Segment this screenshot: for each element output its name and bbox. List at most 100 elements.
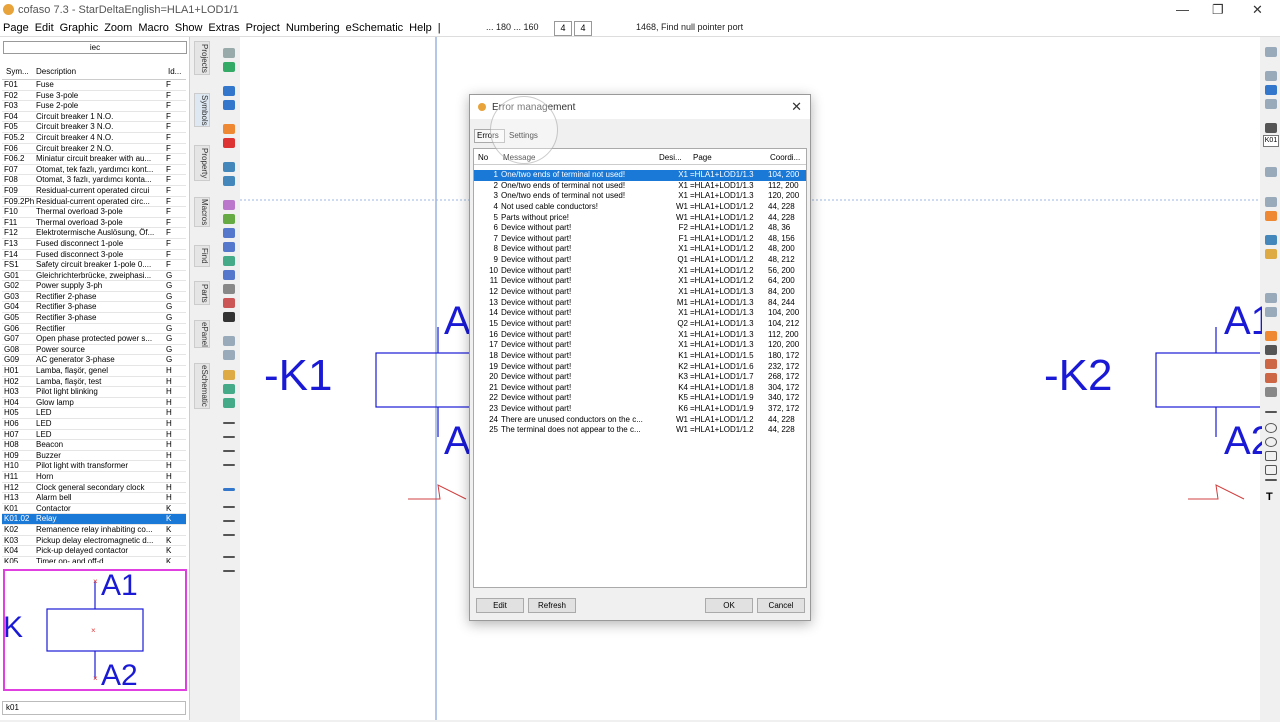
line-tool-icon[interactable] xyxy=(223,312,235,322)
symbol-row[interactable]: H02 Lamba, flaşör, test H xyxy=(2,377,186,388)
symbol-row[interactable]: K01 Contactor K xyxy=(2,504,186,515)
wire-corner-3-icon[interactable] xyxy=(223,450,235,452)
tab-property[interactable]: Property xyxy=(194,145,210,181)
page-icon[interactable] xyxy=(1265,47,1277,57)
edit-button[interactable]: Edit xyxy=(476,598,524,613)
polygon-draw-icon[interactable] xyxy=(1265,465,1277,475)
symbol-row[interactable]: H13 Alarm bell H xyxy=(2,493,186,504)
grid-box-1[interactable]: 4 xyxy=(554,21,572,36)
tool-1-icon[interactable] xyxy=(1265,167,1277,177)
tab-parts[interactable]: Parts xyxy=(194,281,210,305)
symbol-row[interactable]: H12 Clock general secondary clock H xyxy=(2,483,186,494)
col-designation[interactable]: Desi... xyxy=(659,153,682,162)
line-draw-icon[interactable] xyxy=(1265,411,1277,413)
error-table[interactable]: No Message Desi... Page Coordi... 1 One/t… xyxy=(473,148,807,588)
tool-5-icon[interactable] xyxy=(1265,307,1277,317)
error-row[interactable]: 5 Parts without price! W1 =HLA1+LOD1/1.2 44,… xyxy=(474,213,806,224)
symbol-row[interactable]: G08 Power source G xyxy=(2,345,186,356)
brush-icon[interactable] xyxy=(223,242,235,252)
symbol-row[interactable]: H11 Horn H xyxy=(2,472,186,483)
col-sym[interactable]: Sym... xyxy=(6,67,29,76)
symbol-row[interactable]: H08 Beacon H xyxy=(2,440,186,451)
symbol-row[interactable]: H03 Pilot light blinking H xyxy=(2,387,186,398)
text-tool-icon[interactable]: T xyxy=(1266,491,1273,503)
circle-draw-icon[interactable] xyxy=(1265,423,1277,433)
cancel-button[interactable]: Cancel xyxy=(757,598,805,613)
error-row[interactable]: 24 There are unused conductors on the c..… xyxy=(474,415,806,426)
copy-icon[interactable] xyxy=(223,384,235,394)
col-page[interactable]: Page xyxy=(693,153,712,162)
tab-epanel[interactable]: ePanel xyxy=(194,320,210,348)
symbol-row[interactable]: F03 Fuse 2-pole F xyxy=(2,101,186,112)
symbol-list[interactable]: F01 Fuse F F02 Fuse 3-pole F F03 Fuse 2-pole F F0… xyxy=(2,79,186,563)
error-row[interactable]: 21 Device without part! K4 =HLA1+LOD1/1.8 30… xyxy=(474,383,806,394)
symbol-row[interactable]: H10 Pilot light with transformer H xyxy=(2,461,186,472)
select-icon[interactable] xyxy=(223,270,235,280)
col-id[interactable]: Id... xyxy=(168,67,181,76)
wire-t-3-icon[interactable] xyxy=(223,520,235,522)
tab-find[interactable]: Find xyxy=(194,245,210,267)
menu-page[interactable]: Page xyxy=(0,20,32,34)
menu-eschematic[interactable]: eSchematic xyxy=(343,20,406,34)
menu-macro[interactable]: Macro xyxy=(135,20,172,34)
error-row[interactable]: 19 Device without part! K2 =HLA1+LOD1/1.6 23… xyxy=(474,362,806,373)
tool-8-icon[interactable] xyxy=(1265,373,1277,383)
tool-7-icon[interactable] xyxy=(1265,359,1277,369)
symbol-row[interactable]: F14 Fused disconnect 3-pole F xyxy=(2,250,186,261)
error-row[interactable]: 9 Device without part! Q1 =HLA1+LOD1/1.2 48,… xyxy=(474,255,806,266)
close-icon[interactable]: ✕ xyxy=(1252,2,1263,18)
symbol-row[interactable]: F12 Elektrotermische Auslösung, Öf... F xyxy=(2,228,186,239)
symbol-row[interactable]: G06 Rectifier G xyxy=(2,324,186,335)
menu-extras[interactable]: Extras xyxy=(205,20,242,34)
tool-6-icon[interactable] xyxy=(1265,331,1277,341)
error-row[interactable]: 7 Device without part! F1 =HLA1+LOD1/1.2 48,… xyxy=(474,234,806,245)
menu-project[interactable]: Project xyxy=(243,20,283,34)
error-row[interactable]: 17 Device without part! X1 =HLA1+LOD1/1.3 12… xyxy=(474,340,806,351)
symbol-row[interactable]: F05 Circuit breaker 3 N.O. F xyxy=(2,122,186,133)
tree-icon[interactable] xyxy=(223,256,235,266)
wire-cross-icon[interactable] xyxy=(223,556,235,558)
error-row[interactable]: 18 Device without part! K1 =HLA1+LOD1/1.5 18… xyxy=(474,351,806,362)
tool-9-icon[interactable] xyxy=(1265,387,1277,397)
tab-eschematic[interactable]: eSchematic xyxy=(194,363,210,409)
error-row[interactable]: 3 One/two ends of terminal not used! X1 =HL… xyxy=(474,191,806,202)
error-row[interactable]: 11 Device without part! X1 =HLA1+LOD1/1.2 64… xyxy=(474,276,806,287)
symbol-row[interactable]: H01 Lamba, flaşör, genel H xyxy=(2,366,186,377)
symbol-row[interactable]: F04 Circuit breaker 1 N.O. F xyxy=(2,112,186,123)
menu-help[interactable]: Help xyxy=(406,20,435,34)
symbol-row[interactable]: H07 LED H xyxy=(2,430,186,441)
symbol-row[interactable]: F09.2Ph Residual-current operated circ...… xyxy=(2,197,186,208)
symbol-row[interactable]: F11 Thermal overload 3-pole F xyxy=(2,218,186,229)
ellipse-draw-icon[interactable] xyxy=(1265,437,1277,447)
col-desc[interactable]: Description xyxy=(36,67,76,76)
save-icon[interactable] xyxy=(223,62,235,72)
error-row[interactable]: 16 Device without part! X1 =HLA1+LOD1/1.3 11… xyxy=(474,330,806,341)
error-row[interactable]: 2 One/two ends of terminal not used! X1 =HL… xyxy=(474,181,806,192)
error-row[interactable]: 4 Not used cable conductors! W1 =HLA1+LOD1/… xyxy=(474,202,806,213)
error-row[interactable]: 23 Device without part! K6 =HLA1+LOD1/1.9 37… xyxy=(474,404,806,415)
grid-box-2[interactable]: 4 xyxy=(574,21,592,36)
symbol-row[interactable]: F09 Residual-current operated circui F xyxy=(2,186,186,197)
symbol-row[interactable]: H04 Glow lamp H xyxy=(2,398,186,409)
redo-icon[interactable] xyxy=(223,176,235,186)
symbol-row[interactable]: G02 Power supply 3-ph G xyxy=(2,281,186,292)
symbol-row[interactable]: F08 Otomat, 3 fazlı, yardımcı konta... F xyxy=(2,175,186,186)
cut-icon[interactable] xyxy=(223,298,235,308)
warning-icon[interactable] xyxy=(1265,211,1277,221)
symbol-row[interactable]: K01.02 Relay K xyxy=(2,514,186,525)
symbol-row[interactable]: F02 Fuse 3-pole F xyxy=(2,91,186,102)
restore-icon[interactable]: ❐ xyxy=(1212,2,1224,18)
symbol-row[interactable]: F13 Fused disconnect 1-pole F xyxy=(2,239,186,250)
symbol-row[interactable]: H09 Buzzer H xyxy=(2,451,186,462)
library-field[interactable]: iec xyxy=(3,41,187,54)
symbol-row[interactable]: F05.2 Circuit breaker 4 N.O. F xyxy=(2,133,186,144)
error-row[interactable]: 14 Device without part! X1 =HLA1+LOD1/1.3 10… xyxy=(474,308,806,319)
wire-t-icon[interactable] xyxy=(223,488,235,491)
device-label-box[interactable]: K01 xyxy=(1263,135,1279,147)
arrow-right-icon[interactable] xyxy=(223,214,235,224)
paint-icon[interactable] xyxy=(223,370,235,380)
wire-corner-icon[interactable] xyxy=(223,422,235,424)
pen-icon[interactable] xyxy=(223,200,235,210)
tool-4-icon[interactable] xyxy=(1265,293,1277,303)
contactor-k1-label[interactable]: -K1 xyxy=(264,351,332,401)
